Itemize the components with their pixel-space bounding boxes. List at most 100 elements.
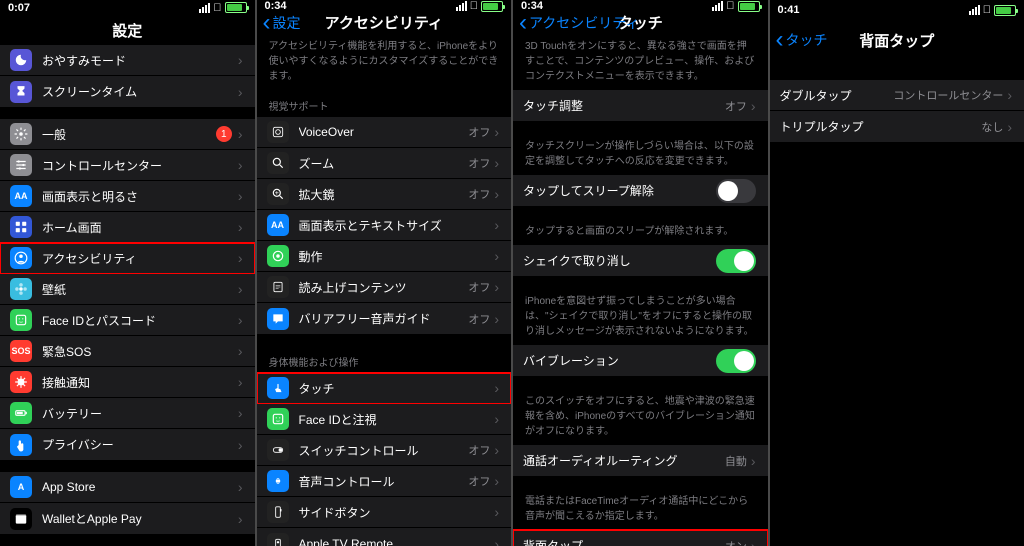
label: 動作	[299, 248, 495, 265]
chevron-icon	[238, 52, 243, 68]
chevron-icon	[238, 126, 243, 142]
row-spoken[interactable]: 読み上げコンテンツオフ	[257, 272, 512, 303]
display-icon: AA	[10, 185, 32, 207]
row-switch[interactable]: スイッチコントロールオフ	[257, 435, 512, 466]
signal-icon	[199, 3, 210, 13]
zoom-icon	[267, 152, 289, 174]
row-display[interactable]: AA画面表示と明るさ	[0, 181, 255, 212]
value: オフ	[468, 442, 490, 458]
row-voice[interactable]: VoiceOverオフ	[257, 117, 512, 148]
chevron-icon	[494, 311, 499, 327]
wifi-icon: 􀙇	[470, 0, 478, 12]
row-appstore[interactable]: AApp Store	[0, 472, 255, 503]
chevron-icon	[494, 442, 499, 458]
row-zoom[interactable]: ズームオフ	[257, 148, 512, 179]
back-button[interactable]: タッチ	[776, 30, 828, 50]
battery-icon	[481, 1, 503, 12]
sos-icon: SOS	[10, 340, 32, 362]
row-face[interactable]: Face IDと注視	[257, 404, 512, 435]
chevron-icon	[494, 217, 499, 233]
chevron-icon	[751, 538, 756, 546]
row-audio[interactable]: バリアフリー音声ガイドオフ	[257, 303, 512, 334]
chevron-icon	[238, 312, 243, 328]
voice-icon	[267, 121, 289, 143]
battery-icon	[994, 5, 1016, 16]
tv-icon	[267, 533, 289, 546]
chevron-icon	[238, 157, 243, 173]
appstore-icon: A	[10, 476, 32, 498]
row-battery[interactable]: バッテリー	[0, 398, 255, 429]
chevron-icon	[494, 248, 499, 264]
row-wall[interactable]: 壁紙	[0, 274, 255, 305]
label: 一般	[42, 126, 216, 143]
back-button[interactable]: 設定	[263, 13, 301, 33]
signal-icon	[456, 1, 467, 11]
phone-settings: 0:07 􀙇 設定 おやすみモードスクリーンタイム 一般1コントロールセンターA…	[0, 0, 255, 546]
row-vc[interactable]: 音声コントロールオフ	[257, 466, 512, 497]
chevron-icon	[238, 219, 243, 235]
status-bar: 0:34 􀙇	[513, 0, 768, 12]
chevron-icon	[238, 437, 243, 453]
row-back-tap[interactable]: 背面タップオン	[513, 530, 768, 546]
row-general[interactable]: 一般1	[0, 119, 255, 150]
label: Face IDとパスコード	[42, 312, 238, 329]
row-home[interactable]: ホーム画面	[0, 212, 255, 243]
phone-accessibility: 0:34 􀙇 設定 アクセシビリティ アクセシビリティ機能を利用すると、iPho…	[257, 0, 512, 546]
toggle-vibration[interactable]	[716, 349, 756, 373]
row-double[interactable]: ダブルタップコントロールセンター	[770, 80, 1024, 111]
label: 通話オーディオルーティング	[523, 452, 725, 469]
face-icon	[267, 408, 289, 430]
section-header-physical: 身体機能および操作	[257, 346, 512, 373]
row-screentime[interactable]: スクリーンタイム	[0, 76, 255, 107]
label: スイッチコントロール	[299, 442, 469, 459]
nav-bar: タッチ 背面タップ	[770, 20, 1024, 60]
row-privacy[interactable]: プライバシー	[0, 429, 255, 460]
status-bar: 0:07 􀙇	[0, 0, 255, 15]
row-a11y[interactable]: アクセシビリティ	[0, 243, 255, 274]
back-button[interactable]: アクセシビリティ	[519, 13, 639, 33]
row-tap-to-wake[interactable]: タップしてスリープ解除	[513, 175, 768, 206]
audio-icon	[267, 308, 289, 330]
page-title: アクセシビリティ	[325, 12, 443, 33]
row-sos[interactable]: SOS 緊急SOS	[0, 336, 255, 367]
faceid-icon	[10, 309, 32, 331]
row-wallet[interactable]: WalletとApple Pay	[0, 503, 255, 534]
row-dnd[interactable]: おやすみモード	[0, 45, 255, 76]
value: オフ	[468, 155, 490, 171]
privacy-icon	[10, 434, 32, 456]
row-motion[interactable]: 動作	[257, 241, 512, 272]
nav-bar: アクセシビリティ タッチ	[513, 12, 768, 33]
label: スクリーンタイム	[42, 83, 238, 100]
row-control[interactable]: コントロールセンター	[0, 150, 255, 181]
row-tv[interactable]: Apple TV Remote	[257, 528, 512, 546]
label: アクセシビリティ	[42, 250, 238, 267]
toggle-shake-undo[interactable]	[716, 249, 756, 273]
chevron-icon	[751, 453, 756, 469]
label: バイブレーション	[523, 352, 716, 369]
row-faceid[interactable]: Face IDとパスコード	[0, 305, 255, 336]
toggle-tap-wake[interactable]	[716, 179, 756, 203]
row-triple[interactable]: トリプルタップなし	[770, 111, 1024, 142]
label: 背面タップ	[523, 537, 725, 546]
row-mag[interactable]: 拡大鏡オフ	[257, 179, 512, 210]
row-shake-undo[interactable]: シェイクで取り消し	[513, 245, 768, 276]
battery-icon	[738, 1, 760, 12]
dnd-icon	[10, 49, 32, 71]
label: 緊急SOS	[42, 343, 238, 360]
label: ダブルタップ	[780, 87, 894, 104]
battery-icon	[225, 2, 247, 13]
battery-icon	[10, 402, 32, 424]
row-touch[interactable]: タッチ	[257, 373, 512, 404]
chevron-icon	[238, 343, 243, 359]
row-side[interactable]: サイドボタン	[257, 497, 512, 528]
row-audio-routing[interactable]: 通話オーディオルーティング自動	[513, 445, 768, 476]
row-touch-accommodation[interactable]: タッチ調整オフ	[513, 90, 768, 121]
nav-bar: 設定 アクセシビリティ	[257, 12, 512, 33]
phone-back-tap: 0:41 􀙇 タッチ 背面タップ ダブルタップコントロールセンタートリプルタップ…	[770, 0, 1024, 546]
row-vibration[interactable]: バイブレーション	[513, 345, 768, 376]
row-text[interactable]: AA画面表示とテキストサイズ	[257, 210, 512, 241]
row-notif[interactable]: 接触通知	[0, 367, 255, 398]
desc-audio-routing: 電話またはFaceTimeオーディオ通話中にどこから音声が聞こえるか指定します。	[513, 488, 768, 530]
value: オフ	[468, 473, 490, 489]
vc-icon	[267, 470, 289, 492]
